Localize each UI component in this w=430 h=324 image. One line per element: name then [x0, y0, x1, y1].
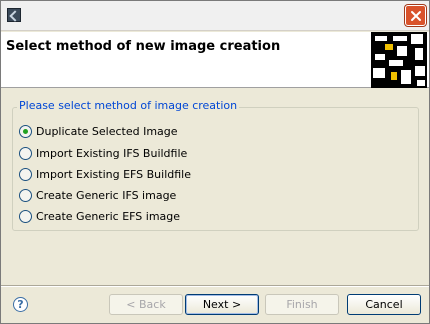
- option-label: Create Generic EFS image: [36, 209, 181, 223]
- option-import-ifs-buildfile[interactable]: Import Existing IFS Buildfile: [19, 145, 187, 161]
- close-button[interactable]: [405, 5, 426, 26]
- page-title: Select method of new image creation: [6, 39, 281, 54]
- radio-button[interactable]: [19, 209, 32, 223]
- radio-button[interactable]: [19, 146, 32, 160]
- finish-button[interactable]: Finish: [265, 294, 339, 315]
- help-icon[interactable]: ?: [13, 297, 28, 312]
- wizard-banner: Select method of new image creation: [1, 32, 429, 88]
- dialog-window: Select method of new image creation Plea…: [0, 0, 430, 324]
- close-icon: [411, 11, 421, 21]
- app-icon: [7, 8, 21, 22]
- option-duplicate-selected-image[interactable]: Duplicate Selected Image: [19, 123, 178, 139]
- banner-image: [371, 32, 427, 88]
- radio-button[interactable]: [19, 124, 32, 138]
- option-import-efs-buildfile[interactable]: Import Existing EFS Buildfile: [19, 166, 191, 182]
- cancel-button[interactable]: Cancel: [347, 294, 421, 315]
- radio-button[interactable]: [19, 188, 32, 202]
- next-button[interactable]: Next >: [185, 294, 259, 315]
- title-bar[interactable]: [1, 1, 429, 31]
- footer-separator-highlight: [1, 286, 429, 287]
- option-label: Import Existing IFS Buildfile: [36, 146, 188, 160]
- back-button[interactable]: < Back: [109, 294, 183, 315]
- option-create-generic-ifs[interactable]: Create Generic IFS image: [19, 187, 176, 203]
- option-create-generic-efs[interactable]: Create Generic EFS image: [19, 208, 180, 224]
- option-label: Import Existing EFS Buildfile: [36, 167, 191, 181]
- group-legend: Please select method of image creation: [17, 99, 240, 112]
- option-label: Duplicate Selected Image: [36, 124, 178, 138]
- radio-button[interactable]: [19, 167, 32, 181]
- option-label: Create Generic IFS image: [36, 188, 177, 202]
